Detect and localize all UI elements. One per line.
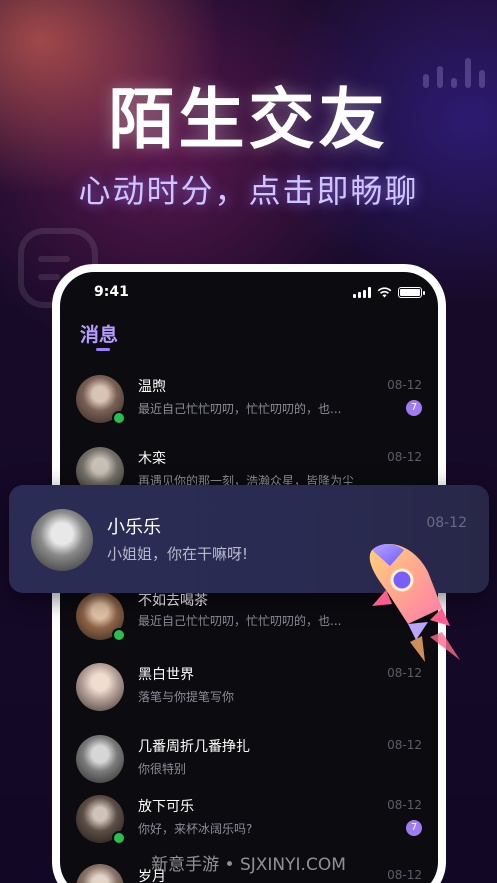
avatar[interactable] bbox=[31, 509, 93, 571]
contact-name: 黑白世界 bbox=[138, 667, 194, 683]
message-date: 08-12 bbox=[387, 738, 422, 752]
contact-name: 几番周折几番挣扎 bbox=[138, 739, 250, 755]
message-date: 08-12 bbox=[387, 798, 422, 812]
status-bar: 9:41 bbox=[60, 272, 438, 316]
wifi-icon bbox=[377, 287, 392, 298]
list-item[interactable]: 温煦 最近自己忙忙叨叨，忙忙叨叨的，也... 08-12 7 bbox=[60, 364, 438, 434]
unread-badge: 7 bbox=[406, 820, 422, 836]
unread-badge: 7 bbox=[406, 400, 422, 416]
battery-icon bbox=[398, 287, 425, 298]
avatar[interactable] bbox=[76, 375, 126, 425]
message-preview: 落笔与你提笔写你 bbox=[138, 690, 235, 704]
avatar[interactable] bbox=[76, 663, 124, 711]
online-status-dot bbox=[112, 628, 126, 642]
message-preview: 最近自己忙忙叨叨，忙忙叨叨的，也... bbox=[138, 402, 342, 416]
title-underline bbox=[96, 348, 110, 351]
contact-name: 木栾 bbox=[138, 451, 166, 467]
notification-sender-name: 小乐乐 bbox=[107, 517, 161, 538]
contact-name: 放下可乐 bbox=[138, 799, 194, 815]
online-status-dot bbox=[112, 831, 126, 845]
message-date: 08-12 bbox=[387, 378, 422, 392]
signal-icon bbox=[353, 287, 371, 298]
avatar[interactable] bbox=[76, 735, 124, 783]
list-item[interactable]: 放下可乐 你好，来杯冰阔乐吗? 08-12 7 bbox=[60, 784, 438, 854]
hero-subheadline: 心动时分，点击即畅聊 bbox=[78, 172, 419, 210]
avatar[interactable] bbox=[76, 795, 126, 845]
notification-message-preview: 小姐姐，你在干嘛呀! bbox=[107, 545, 249, 563]
page-title: 消息 bbox=[80, 324, 119, 346]
contact-name: 不如去喝茶 bbox=[138, 593, 208, 609]
watermark: 新意手游 • SJXINYI.COM bbox=[151, 855, 346, 875]
online-status-dot bbox=[112, 411, 126, 425]
status-time: 9:41 bbox=[94, 284, 129, 300]
message-date: 08-12 bbox=[387, 450, 422, 464]
message-preview: 你好，来杯冰阔乐吗? bbox=[138, 822, 253, 836]
message-date: 08-12 bbox=[387, 666, 422, 680]
notification-date: 08-12 bbox=[426, 515, 467, 531]
status-icons bbox=[353, 287, 425, 298]
hero-headline: 陌生交友 bbox=[108, 81, 389, 158]
message-preview: 你很特别 bbox=[138, 762, 187, 776]
list-item[interactable]: 黑白世界 落笔与你提笔写你 08-12 bbox=[60, 652, 438, 722]
rocket-icon bbox=[369, 544, 460, 662]
contact-name: 温煦 bbox=[138, 379, 166, 395]
message-preview: 最近自己忙忙叨叨，忙忙叨叨的，也... bbox=[138, 614, 342, 628]
avatar[interactable] bbox=[76, 592, 126, 642]
